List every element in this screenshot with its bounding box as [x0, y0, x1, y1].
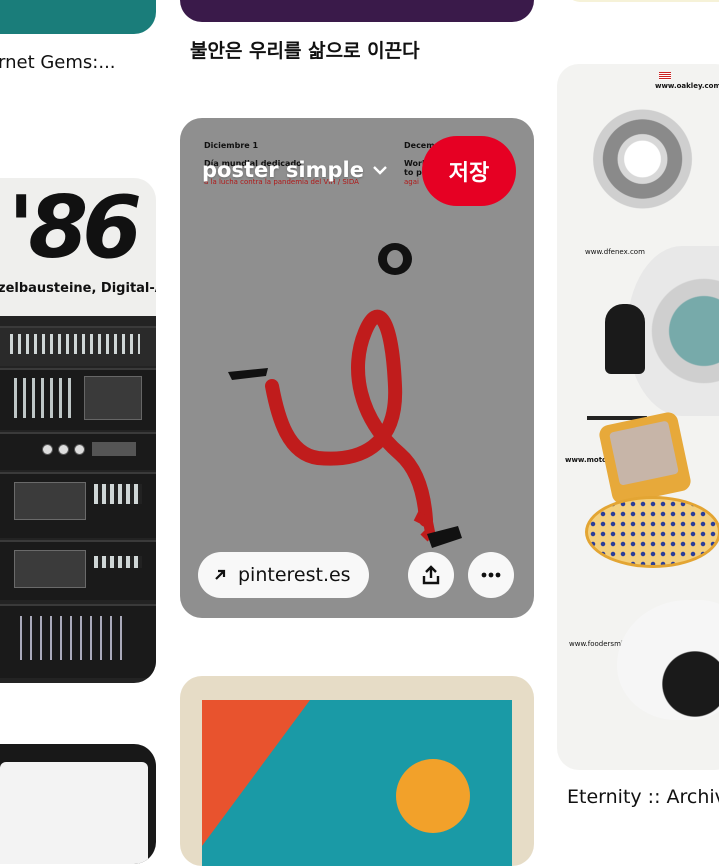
geometric-poster-image — [202, 700, 512, 866]
flag-icon — [659, 72, 671, 80]
pin-card-ads[interactable]: www.oakley.com www.dfenex.com www.motoro… — [557, 64, 719, 770]
ad-site-dfenex: www.dfenex.com — [585, 248, 645, 256]
share-icon — [422, 565, 440, 585]
keyboard-ad-image — [585, 496, 719, 568]
pin-card-left-bottom[interactable] — [0, 744, 156, 864]
seated-person-image — [605, 304, 645, 374]
egg-pod-ad-image — [617, 600, 719, 720]
save-button[interactable]: 저장 — [422, 136, 516, 206]
stereo-subline: zelbausteine, Digital-Audio, — [0, 281, 156, 296]
pin-caption-left-top[interactable]: rnet Gems:... — [0, 52, 116, 73]
pin-card-right-top[interactable] — [566, 0, 719, 2]
stereo-rack-image — [0, 316, 156, 683]
source-link-button[interactable]: pinterest.es — [198, 552, 369, 598]
stereo-headline: '86 — [8, 178, 142, 278]
board-name: poster simple — [202, 158, 364, 182]
pin-card-geometric[interactable] — [180, 676, 534, 866]
office-chair-image — [587, 380, 647, 420]
board-selector[interactable]: poster simple — [202, 158, 388, 182]
pin-card-poster[interactable]: Diciembre 1 Decem Día mundial dedicado a… — [180, 118, 534, 618]
pin-caption-center-top[interactable]: 불안은 우리를 삶으로 이끈다 — [190, 36, 420, 63]
arrow-up-right-icon — [215, 569, 226, 580]
watch-ad-image — [593, 104, 703, 214]
pin-card-stereo[interactable]: '86 zelbausteine, Digital-Audio, — [0, 178, 156, 683]
ad-site-oakley: www.oakley.com — [655, 82, 719, 90]
chevron-down-icon — [373, 166, 387, 175]
more-options-button[interactable] — [468, 552, 514, 598]
pin-card-purple-top[interactable] — [180, 0, 534, 22]
share-button[interactable] — [408, 552, 454, 598]
pin-card-teal-top[interactable] — [0, 0, 156, 34]
more-dots-icon — [481, 572, 501, 578]
pin-caption-right-bottom[interactable]: Eternity :: Archiv — [567, 786, 719, 808]
laptop-ad-image — [597, 410, 693, 506]
source-link-label: pinterest.es — [238, 564, 351, 586]
